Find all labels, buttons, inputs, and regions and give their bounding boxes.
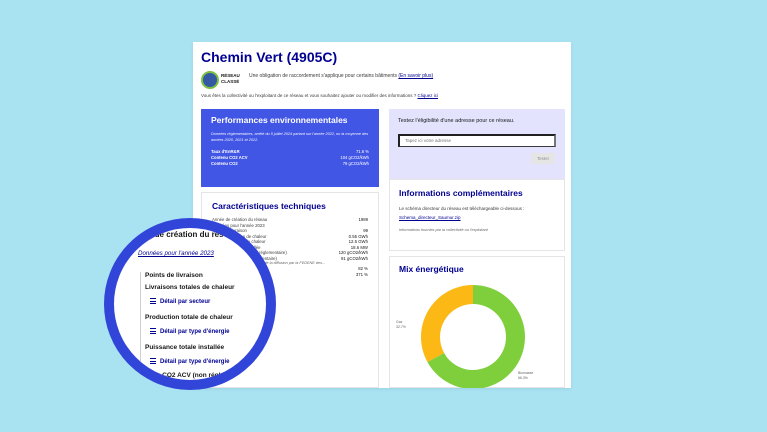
mix-title: Mix énergétique — [399, 264, 464, 274]
performance-note: Données réglementaires, arrêté du 5 juil… — [211, 132, 369, 142]
lens-puissance-label: Puissance totale installée — [145, 344, 225, 351]
list-icon — [150, 328, 156, 334]
performance-title: Performances environnementales — [211, 115, 348, 125]
lens-detail-energie-link[interactable]: Détail par type d'énergie — [150, 358, 229, 365]
magnifier-lens: Année de création du réseau Données pour… — [104, 218, 276, 390]
lens-divider — [140, 272, 141, 380]
list-icon — [150, 358, 156, 364]
download-link[interactable]: Schema_directeur_Saumur.zip — [399, 215, 555, 220]
performance-panel: Performances environnementales Données r… — [201, 109, 379, 187]
lens-detail-secteur-link[interactable]: Détail par secteur — [150, 298, 210, 305]
classified-text: Une obligation de raccordement s'appliqu… — [249, 73, 434, 79]
list-icon — [150, 298, 156, 304]
technical-title: Caractéristiques techniques — [212, 201, 326, 211]
info-text: Le schéma directeur du réseau est téléch… — [399, 206, 525, 211]
lens-points-label: Points de livraison — [145, 272, 203, 279]
eligibility-label: Testez l'éligibilité d'une adresse pour … — [398, 118, 515, 124]
lens-year-link[interactable]: Données pour l'année 2023 — [138, 250, 214, 257]
mix-panel: Mix énergétique Gaz 32.7% Biomasse 66.3% — [389, 256, 565, 388]
page-title: Chemin Vert (4905C) — [201, 49, 338, 65]
info-source: Informations fournies par la collectivit… — [399, 228, 488, 232]
badge-label: RÉSEAU CLASSÉ — [221, 73, 240, 84]
test-button[interactable]: Tester — [531, 153, 555, 164]
donut-slice-gaz — [421, 285, 473, 363]
click-here-link[interactable]: Cliquez ici — [418, 93, 439, 98]
info-panel: Informations complémentaires Le schéma d… — [389, 179, 565, 251]
address-input[interactable] — [398, 133, 556, 147]
reseau-classe-badge-icon — [201, 71, 219, 89]
lens-creation-year-label: Année de création du réseau — [128, 230, 238, 239]
contributor-question: Vous êtes la collectivité ou l'exploitan… — [201, 93, 439, 98]
lens-livraisons-label: Livraisons totales de chaleur — [145, 284, 235, 291]
info-title: Informations complémentaires — [399, 188, 523, 198]
lens-contenu-label: Contenu CO2 ACV (non régle — [134, 372, 225, 379]
learn-more-link[interactable]: (En savoir plus) — [398, 73, 433, 79]
lens-production-label: Production totale de chaleur — [145, 314, 233, 321]
perf-row: Contenu CO2 79 gCO2/kWh — [211, 161, 369, 166]
mix-donut-chart — [421, 285, 525, 388]
gas-slice-label: Gaz 32.7% — [396, 320, 406, 329]
biomass-slice-label: Biomasse 66.3% — [518, 371, 534, 380]
lens-detail-energie-link[interactable]: Détail par type d'énergie — [150, 328, 229, 335]
